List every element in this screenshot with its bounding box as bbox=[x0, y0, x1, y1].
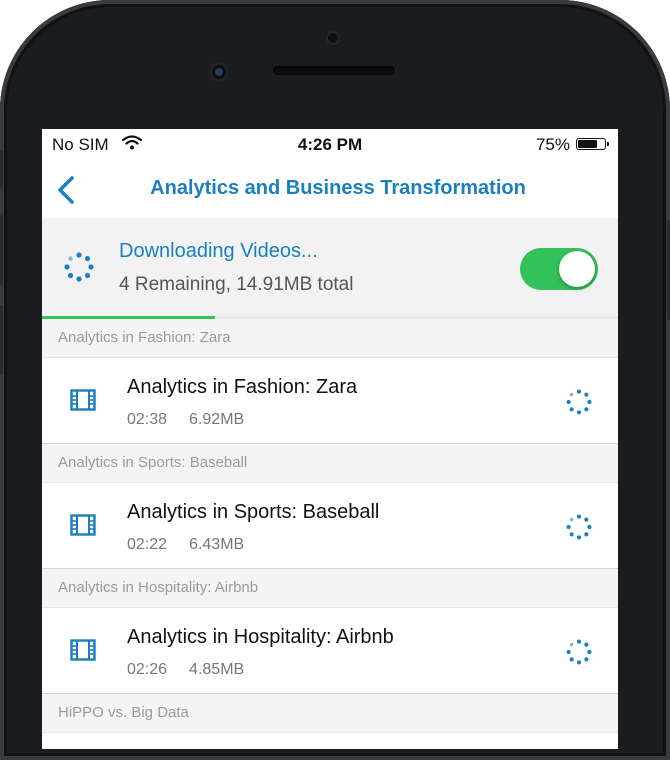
navigation-bar: Analytics and Business Transformation bbox=[42, 159, 618, 218]
section-header: Analytics in Fashion: Zara bbox=[42, 319, 618, 358]
video-meta: 02:22 6.43MB bbox=[127, 536, 244, 554]
loading-spinner-icon bbox=[566, 514, 592, 540]
video-title: Analytics in Hospitality: Airbnb bbox=[127, 626, 394, 648]
video-size: 4.85MB bbox=[189, 661, 245, 678]
download-toggle[interactable] bbox=[520, 248, 598, 290]
download-banner: Downloading Videos... 4 Remaining, 14.91… bbox=[42, 218, 618, 316]
screen: No SIM 4:26 PM 75% Analytics and Busines… bbox=[42, 129, 618, 749]
loading-spinner-icon bbox=[64, 252, 94, 282]
page-title: Analytics and Business Transformation bbox=[150, 177, 526, 199]
download-status-subtitle: 4 Remaining, 14.91MB total bbox=[119, 274, 354, 295]
section-header: Analytics in Hospitality: Airbnb bbox=[42, 569, 618, 608]
battery-icon bbox=[576, 138, 609, 150]
film-icon bbox=[70, 389, 96, 411]
video-row[interactable]: Analytics in Hospitality: Airbnb 02:26 4.… bbox=[42, 608, 618, 694]
loading-spinner-icon bbox=[566, 639, 592, 665]
film-icon bbox=[70, 639, 96, 661]
mute-switch bbox=[0, 150, 3, 188]
video-size: 6.43MB bbox=[189, 536, 245, 553]
toggle-knob bbox=[559, 251, 595, 287]
download-status-title: Downloading Videos... bbox=[119, 240, 318, 262]
section-header: Analytics in Sports: Baseball bbox=[42, 444, 618, 483]
video-size: 6.92MB bbox=[189, 411, 245, 428]
volume-up-button bbox=[0, 215, 3, 285]
loading-spinner-icon bbox=[566, 389, 592, 415]
download-progress-fill bbox=[42, 316, 215, 319]
status-bar: No SIM 4:26 PM 75% bbox=[42, 129, 618, 159]
film-icon bbox=[70, 514, 96, 536]
video-duration: 02:38 bbox=[127, 411, 168, 428]
video-meta: 02:26 4.85MB bbox=[127, 661, 244, 679]
video-meta: 02:38 6.92MB bbox=[127, 411, 244, 429]
video-row[interactable]: Analytics in Fashion: Zara 02:38 6.92MB bbox=[42, 358, 618, 444]
proximity-sensor bbox=[326, 31, 340, 45]
battery-percentage: 75% bbox=[535, 135, 570, 154]
video-duration: 02:22 bbox=[127, 536, 168, 553]
video-duration: 02:26 bbox=[127, 661, 168, 678]
section-header: HiPPO vs. Big Data bbox=[42, 694, 618, 733]
phone-frame: No SIM 4:26 PM 75% Analytics and Busines… bbox=[0, 0, 670, 760]
front-camera bbox=[209, 62, 229, 82]
earpiece-speaker bbox=[273, 66, 395, 75]
clock: 4:26 PM bbox=[297, 135, 363, 154]
video-title: Analytics in Fashion: Zara bbox=[127, 376, 358, 398]
video-row[interactable]: Analytics in Sports: Baseball 02:22 6.43M… bbox=[42, 483, 618, 569]
download-progress-bar bbox=[42, 316, 618, 319]
video-title: Analytics in Sports: Baseball bbox=[127, 501, 380, 523]
volume-down-button bbox=[0, 305, 3, 375]
